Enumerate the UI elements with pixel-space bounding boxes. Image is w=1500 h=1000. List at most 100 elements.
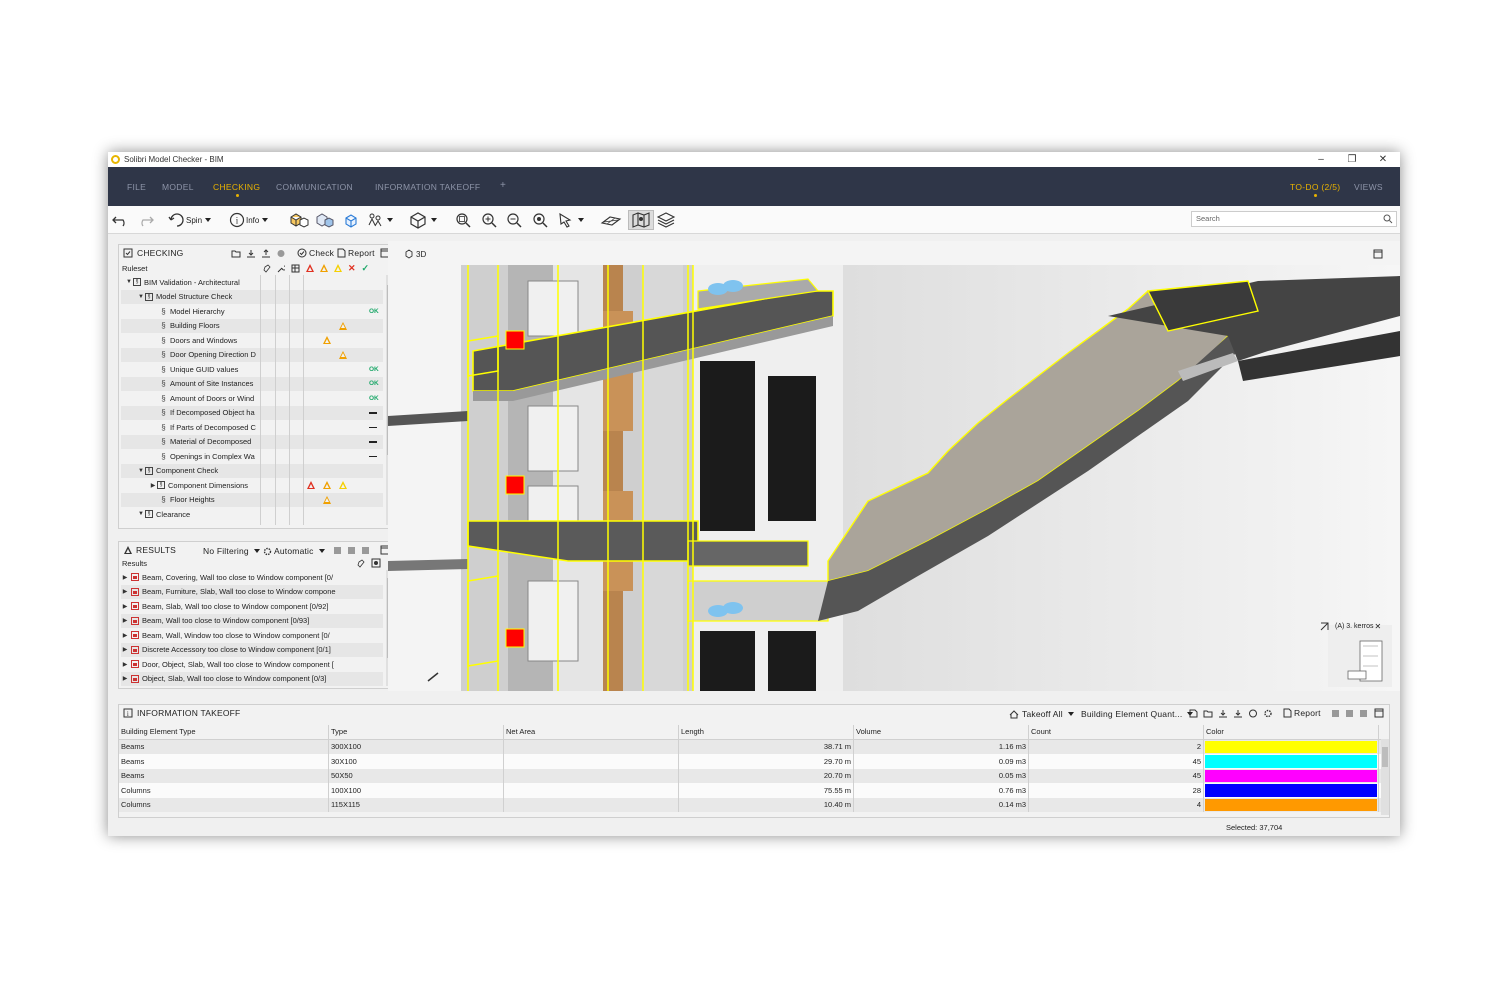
result-row[interactable]: ▶ Discrete Accessory too close to Window … [121,642,383,657]
collapse-icon[interactable]: ▼ [125,279,133,285]
ruleset-row[interactable]: ▼ § Model Structure Check [121,289,383,304]
takeoff-cell-color[interactable] [1204,768,1379,783]
zoom-in-icon[interactable] [480,210,498,230]
takeoff-cell-color[interactable] [1204,783,1379,798]
ruleset-row[interactable]: ▶ § Component Dimensions [121,478,383,493]
results-list[interactable]: ▶ Beam, Covering, Wall too close to Windo… [121,570,383,686]
ruleset-row[interactable]: § Model Hierarchy OK [121,304,383,319]
floor-plan-map-icon[interactable] [628,210,654,230]
restore-icon[interactable]: ❐ [1337,152,1367,167]
collapse-icon[interactable]: ▼ [137,511,145,517]
slide-icon[interactable] [1331,709,1340,718]
takeoff-all-button[interactable]: Takeoff All [1009,709,1074,719]
add-tab-button[interactable]: + [500,180,506,191]
blue-cube-icon[interactable] [342,210,360,230]
slide-remove-icon[interactable] [361,546,370,555]
expand-icon[interactable]: ▶ [121,603,129,610]
layers-icon[interactable] [656,210,676,230]
result-row[interactable]: ▶ Beam, Wall, Window too close to Window … [121,628,383,643]
takeoff-table[interactable]: Building Element Type Type Net Area Length V… [119,725,1381,812]
export-icon[interactable] [1233,709,1243,718]
maximize-panel-icon[interactable] [1374,708,1384,718]
slide-remove-icon[interactable] [1359,709,1368,718]
slide-add-icon[interactable] [1345,709,1354,718]
expand-icon[interactable]: ▶ [121,617,129,624]
zoom-fit-icon[interactable] [454,210,472,230]
floor-indicator[interactable]: (A) 3. kerros ✕ [1320,622,1381,631]
section-plane-icon[interactable] [600,210,622,230]
takeoff-row[interactable]: Beams 30X100 29.70 m 0.09 m3 45 [119,754,1381,769]
todo-button[interactable]: TO-DO (2/5) [1290,182,1340,197]
takeoff-row[interactable]: Beams 50X50 20.70 m 0.05 m3 45 [119,768,1381,783]
result-row[interactable]: ▶ Beam, Furniture, Slab, Wall too close t… [121,584,383,599]
menu-communication[interactable]: COMMUNICATION [276,182,353,192]
info-button[interactable]: i Info [228,210,269,230]
takeoff-column-header[interactable]: Volume [854,725,1029,739]
takeoff-column-header[interactable]: Net Area [504,725,679,739]
takeoff-column-header[interactable]: Color [1204,725,1379,739]
ruleset-row[interactable]: § Openings in Complex Wa [121,449,383,464]
takeoff-row[interactable]: Columns 100X100 75.55 m 0.76 m3 28 [119,783,1381,798]
zoom-selection-icon[interactable] [531,210,549,230]
ruleset-row[interactable]: ▼ § Component Check [121,463,383,478]
undo-icon[interactable] [112,210,130,230]
report-button[interactable]: Report [337,248,375,258]
result-row[interactable]: ▶ Beam, Covering, Wall too close to Windo… [121,570,383,585]
expand-icon[interactable]: ▶ [121,632,129,639]
select-tool-icon[interactable] [557,210,584,230]
menu-checking[interactable]: CHECKING [213,182,260,197]
ruleset-row[interactable]: § If Parts of Decomposed C [121,420,383,435]
minimize-button[interactable]: – [1306,152,1336,167]
ruleset-row[interactable]: § If Decomposed Object ha [121,405,383,420]
view-cube-icon[interactable] [408,210,437,230]
ruleset-row[interactable]: § Unique GUID values OK [121,362,383,377]
takeoff-preset-dropdown[interactable]: Building Element Quant... [1081,709,1194,719]
spin-button[interactable]: Spin [168,210,212,230]
open-folder-icon[interactable] [231,249,241,258]
settings-icon[interactable] [276,249,286,258]
check-button[interactable]: Check [297,248,334,258]
takeoff-column-header[interactable]: Count [1029,725,1204,739]
model-cubes-icon[interactable] [288,210,310,230]
result-row[interactable]: ▶ Object, Slab, Wall too close to Window … [121,671,383,686]
ruleset-tree[interactable]: ▼ § BIM Validation - Architectural ▼ § Model … [121,275,383,522]
open-folder-icon[interactable] [1203,709,1213,718]
close-button[interactable]: ✕ [1368,152,1398,167]
export-icon[interactable] [261,249,271,258]
collapse-icon[interactable]: ▼ [137,294,145,300]
mode-dropdown[interactable]: Automatic [263,546,325,556]
filter-dropdown[interactable]: No Filtering [203,546,260,556]
ruleset-row[interactable]: § Material of Decomposed [121,434,383,449]
new-icon[interactable] [1189,709,1198,718]
zoom-out-icon[interactable] [505,210,523,230]
visibility-cubes-icon[interactable] [314,210,336,230]
takeoff-cell-color[interactable] [1204,797,1379,812]
ruleset-row[interactable]: § Door Opening Direction D [121,347,383,362]
expand-icon[interactable]: ▶ [121,675,129,682]
takeoff-column-header[interactable]: Length [679,725,854,739]
settings-icon[interactable] [1263,709,1273,718]
takeoff-row[interactable]: Columns 115X115 10.40 m 0.14 m3 4 [119,797,1381,812]
search-input[interactable]: Search [1191,211,1397,227]
3d-viewer[interactable]: 3D (A) 3. kerros ✕ [388,241,1400,691]
result-row[interactable]: ▶ Door, Object, Slab, Wall too close to W… [121,657,383,672]
menu-file[interactable]: FILE [127,182,146,192]
takeoff-column-header[interactable]: Building Element Type [119,725,329,739]
ruleset-row[interactable]: ▼ § Clearance [121,507,383,522]
ruleset-row[interactable]: § Doors and Windows [121,333,383,348]
expand-icon[interactable]: ▶ [149,482,157,489]
views-button[interactable]: VIEWS [1354,182,1383,192]
import-icon[interactable] [246,249,256,258]
building-model-render[interactable] [388,241,1400,691]
walk-icon[interactable] [366,210,393,230]
expand-icon[interactable]: ▶ [121,588,129,595]
ruleset-row[interactable]: ▼ § BIM Validation - Architectural [121,275,383,290]
target-icon[interactable] [1248,709,1258,718]
expand-icon[interactable]: ▶ [121,646,129,653]
slide-add-icon[interactable] [347,546,356,555]
redo-icon[interactable] [136,210,154,230]
slide-icon[interactable] [333,546,342,555]
takeoff-cell-color[interactable] [1204,754,1379,769]
menu-model[interactable]: MODEL [162,182,194,192]
ruleset-row[interactable]: § Building Floors [121,318,383,333]
